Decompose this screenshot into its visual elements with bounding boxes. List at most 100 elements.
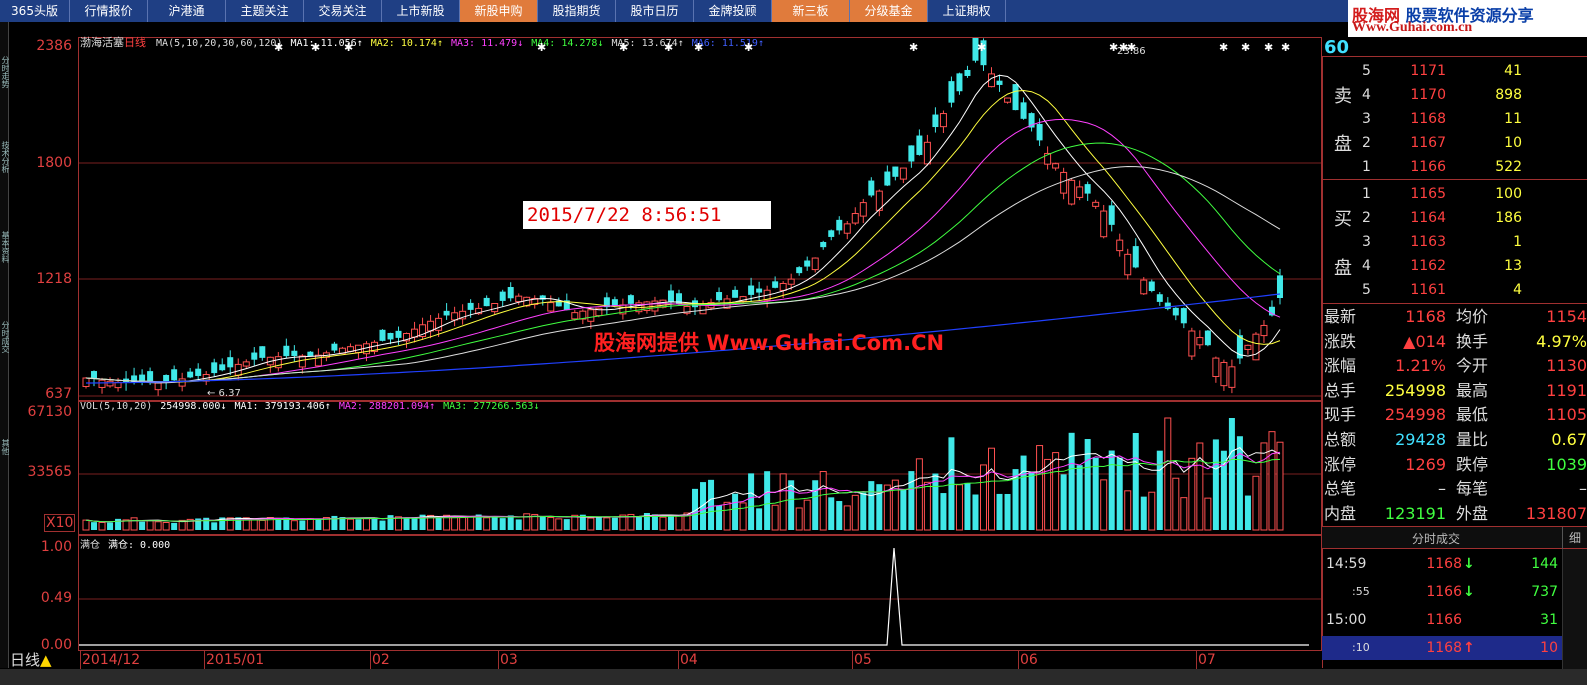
trade-row-2[interactable]: 15:00 1166 31	[1322, 608, 1587, 632]
quote-label: 总额	[1324, 430, 1357, 449]
candle-body	[756, 288, 763, 293]
signal-marker: ✱	[344, 41, 353, 54]
volume-bar	[1100, 479, 1108, 531]
tab-11[interactable]: 新三板	[772, 0, 850, 22]
signal-marker: ✱	[744, 41, 753, 54]
candle-body	[1220, 361, 1228, 387]
sell-row-1[interactable]: 1 1166 522	[1322, 155, 1587, 179]
volume-bar	[139, 521, 146, 530]
candle-body	[908, 145, 915, 162]
watermark: 股海网提供 Www.Guhai.Com.CN	[594, 331, 945, 355]
volume-bar	[996, 493, 1003, 530]
date-tick-4	[678, 651, 679, 669]
sell-row-4[interactable]: 4 1170 898	[1322, 83, 1587, 107]
volume-bar	[1156, 450, 1163, 530]
date-label-4: 04	[680, 652, 698, 668]
candle-body	[843, 223, 851, 234]
tab-13[interactable]: 上证期权	[928, 0, 1006, 22]
volume-bar	[483, 517, 491, 531]
buy-row-4[interactable]: 4 1162 13	[1322, 254, 1587, 278]
buy-row-3[interactable]: 3 1163 1	[1322, 230, 1587, 254]
tab-7[interactable]: 新股申购	[460, 0, 538, 22]
indicator-chart[interactable]	[79, 536, 1321, 650]
volume-bar	[1068, 432, 1075, 530]
volume-bar	[1084, 439, 1091, 530]
buy-row-5[interactable]: 5 1161 4	[1322, 278, 1587, 302]
tab-4[interactable]: 主题关注	[226, 0, 304, 22]
trade-row-3[interactable]: :10 1168 ↑ 10	[1322, 636, 1562, 660]
candle-body	[1100, 210, 1108, 238]
buy-level: 3	[1362, 234, 1371, 250]
quote-value: –	[1438, 479, 1446, 499]
candle-body	[748, 285, 755, 295]
quote-value: 1168	[1405, 307, 1446, 326]
sell-volume: 41	[1504, 63, 1522, 79]
trade-row-1[interactable]: :55 1166 ↓ 737	[1322, 580, 1587, 604]
volume-bar	[771, 504, 779, 531]
side-tab-5[interactable]: 其他	[0, 417, 9, 477]
volume-chart[interactable]	[79, 402, 1321, 534]
candle-body	[98, 379, 106, 388]
sell-row-5[interactable]: 5 1171 41	[1322, 59, 1587, 83]
candle-body	[1252, 333, 1260, 361]
period-switch-label: 日线	[10, 651, 41, 669]
side-tab-1[interactable]: 分时走势	[0, 42, 9, 102]
tab-5[interactable]: 交易关注	[304, 0, 382, 22]
tab-2[interactable]: 行情报价	[70, 0, 148, 22]
triangle-up-icon: ▲	[40, 651, 52, 669]
candle-body	[1084, 184, 1091, 194]
side-tab-4[interactable]: 分时成交	[0, 307, 9, 367]
quote-label-2: 换手	[1456, 331, 1489, 351]
quote-row-3: 总手 254998 最高 1191	[1322, 379, 1587, 403]
volume-bar	[843, 505, 851, 531]
buy-row-1[interactable]: 1 1165 100	[1322, 182, 1587, 206]
tab-8[interactable]: 股指期货	[538, 0, 616, 22]
candle-body	[507, 287, 514, 299]
tab-12[interactable]: 分级基金	[850, 0, 928, 22]
date-label-7: 07	[1198, 652, 1216, 668]
volume-bar	[91, 522, 98, 530]
candle-body	[836, 219, 843, 231]
tab-9[interactable]: 股市日历	[616, 0, 694, 22]
side-tab-3[interactable]: 基本资料	[0, 217, 9, 277]
side-tab-2[interactable]: 技术分析	[0, 127, 9, 187]
candle-body	[627, 295, 634, 304]
candle-body	[859, 202, 867, 217]
position-indicator-line	[79, 547, 1309, 646]
volume-bar	[547, 517, 555, 531]
tab-6[interactable]: 上市新股	[382, 0, 460, 22]
volume-bar	[635, 516, 642, 530]
volume-bar	[828, 497, 835, 530]
tab-1[interactable]: 365头版	[0, 0, 70, 22]
quote-row-0: 最新 1168 均价 1154	[1322, 305, 1587, 329]
tab-10[interactable]: 金牌投顾	[694, 0, 772, 22]
volume-bar	[1028, 471, 1035, 530]
sell-row-3[interactable]: 3 1168 11	[1322, 107, 1587, 131]
signal-marker: ✱	[537, 41, 546, 54]
sell-row-2[interactable]: 2 1167 10	[1322, 131, 1587, 155]
period-switch[interactable]: 日线▲	[10, 651, 52, 669]
sell-level: 4	[1362, 87, 1371, 103]
trades-detail-button[interactable]: 细	[1562, 527, 1587, 549]
candle-body	[387, 332, 394, 340]
trade-volume: 10	[1540, 640, 1558, 656]
candle-body	[587, 309, 595, 322]
volume-bar	[362, 517, 370, 531]
candle-body	[379, 329, 386, 341]
volume-bar	[1260, 442, 1268, 531]
low-label: ← 6.37	[207, 388, 241, 399]
tab-3[interactable]: 沪港通	[148, 0, 226, 22]
volume-bar	[315, 519, 322, 530]
candle-body	[699, 304, 707, 315]
volume-bar	[162, 521, 170, 531]
volume-bar	[819, 471, 827, 531]
candle-body	[1116, 239, 1124, 252]
buy-volume: 1	[1513, 234, 1522, 250]
trades-scrollbar[interactable]	[1562, 549, 1587, 669]
quote-value-2: 1191	[1546, 380, 1587, 400]
candle-body	[1244, 344, 1252, 350]
buy-row-2[interactable]: 2 1164 186	[1322, 206, 1587, 230]
candle-body	[1188, 330, 1196, 357]
volume-bar	[331, 515, 338, 530]
trade-row-0[interactable]: 14:59 1168 ↓ 144	[1322, 552, 1587, 576]
